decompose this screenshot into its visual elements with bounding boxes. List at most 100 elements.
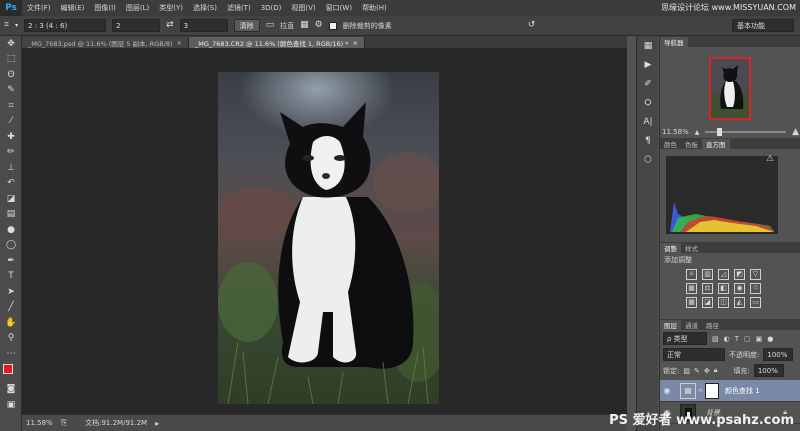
layer-name[interactable]: 颜色查找 1 <box>725 386 760 396</box>
quick-mask-icon[interactable]: ◙ <box>0 382 22 398</box>
ratio-select[interactable]: 2 : 3 (4 : 6) <box>24 19 107 32</box>
line-tool-icon[interactable]: ╱ <box>0 300 22 316</box>
lock-paint-icon[interactable]: ✎ <box>694 367 700 375</box>
levels-icon[interactable]: ▥ <box>702 269 713 280</box>
tab-cr2[interactable]: _MG_7683.CR2 @ 11.6% (颜色查找 1, RGB/16) * … <box>189 37 365 48</box>
delete-cropped-checkbox[interactable] <box>328 21 337 30</box>
invert-icon[interactable]: ◪ <box>702 297 713 308</box>
tab-layers[interactable]: 图层 <box>660 320 681 330</box>
navigator-zoom[interactable]: 11.58% <box>662 128 689 136</box>
eyedropper-tool-icon[interactable]: ⁄ <box>0 114 22 130</box>
zoom-in-icon[interactable]: ▲ <box>792 127 799 137</box>
lock-move-icon[interactable]: ✥ <box>704 367 710 375</box>
foreground-color[interactable] <box>3 363 13 374</box>
zoom-tool-icon[interactable]: ⚲ <box>0 331 22 347</box>
swap-icon[interactable]: ⇄ <box>166 21 174 30</box>
opacity-field[interactable]: 100% <box>763 348 794 361</box>
menu-filter[interactable]: 滤镜(T) <box>222 3 256 13</box>
clear-button[interactable]: 清除 <box>233 19 260 32</box>
clone-source-icon[interactable]: ⛭ <box>637 93 659 112</box>
link-icon[interactable]: ∞ <box>698 387 703 394</box>
history-brush-icon[interactable]: ↶ <box>0 176 22 192</box>
brush-panel-icon[interactable]: ✐ <box>637 74 659 93</box>
threshold-icon[interactable]: ◭ <box>734 297 745 308</box>
curves-icon[interactable]: ◿ <box>718 269 729 280</box>
screen-mode-icon[interactable]: ▣ <box>0 397 22 413</box>
eye-icon[interactable]: ◉ <box>660 386 674 395</box>
color-lookup-icon[interactable]: ▦ <box>686 297 697 308</box>
crop-tool-icon[interactable]: ⌗ <box>0 98 22 114</box>
tab-navigator[interactable]: 导航器 <box>660 37 688 47</box>
tab-paths[interactable]: 路径 <box>702 320 723 330</box>
photo-filter-icon[interactable]: ◉ <box>734 283 745 294</box>
menu-select[interactable]: 选择(S) <box>188 3 222 13</box>
chevron-down-icon[interactable]: ▾ <box>15 22 18 29</box>
menu-type[interactable]: 类型(Y) <box>154 3 188 13</box>
tab-styles[interactable]: 样式 <box>681 243 702 253</box>
width-field[interactable]: 2 <box>112 19 161 32</box>
lock-pixels-icon[interactable]: ▨ <box>683 367 690 375</box>
menu-help[interactable]: 帮助(H) <box>357 3 392 13</box>
history-icon[interactable]: ▦ <box>637 36 659 55</box>
menu-window[interactable]: 窗口(W) <box>321 3 357 13</box>
workspace-select[interactable]: 基本功能 <box>732 19 794 32</box>
filter-adjust-icon[interactable]: ◐ <box>724 335 730 343</box>
color-balance-icon[interactable]: ⚖ <box>702 283 713 294</box>
healing-tool-icon[interactable]: ✚ <box>0 129 22 145</box>
menu-file[interactable]: 文件(F) <box>22 3 56 13</box>
straighten-icon[interactable]: ▭ <box>266 21 275 30</box>
menu-3d[interactable]: 3D(D) <box>256 4 287 12</box>
close-icon[interactable]: × <box>177 39 182 47</box>
blur-tool-icon[interactable]: ● <box>0 222 22 238</box>
zoom-slider[interactable] <box>705 128 787 136</box>
path-select-icon[interactable]: ➤ <box>0 284 22 300</box>
blend-mode-select[interactable]: 正常 <box>663 348 725 361</box>
type-tool-icon[interactable]: T <box>0 269 22 285</box>
hand-tool-icon[interactable]: ✋ <box>0 315 22 331</box>
filter-smart-icon[interactable]: ▣ <box>756 335 763 343</box>
filter-shape-icon[interactable]: ▢ <box>744 335 751 343</box>
paragraph-icon[interactable]: ¶ <box>637 131 659 150</box>
more-tools-icon[interactable]: ⋯ <box>0 346 22 362</box>
dodge-tool-icon[interactable]: ◯ <box>0 238 22 254</box>
exposure-icon[interactable]: ◩ <box>734 269 745 280</box>
character-icon[interactable]: A| <box>637 112 659 131</box>
filter-pixel-icon[interactable]: ▨ <box>712 335 719 343</box>
warning-icon[interactable]: ⚠ <box>766 154 774 164</box>
pen-tool-icon[interactable]: ✒ <box>0 253 22 269</box>
overlay-grid-icon[interactable]: ▦ <box>300 21 309 30</box>
cat-photo[interactable] <box>218 72 439 404</box>
tab-histogram[interactable]: 直方图 <box>702 139 730 149</box>
tab-adjustments[interactable]: 调整 <box>660 243 681 253</box>
chevron-right-icon[interactable]: ▸ <box>155 419 159 428</box>
3d-icon[interactable]: ⬡ <box>637 150 659 169</box>
menu-view[interactable]: 视图(V) <box>286 3 320 13</box>
layer-filter-select[interactable]: ρ 类型 <box>663 332 707 345</box>
close-icon[interactable]: × <box>353 39 358 47</box>
height-field[interactable]: 3 <box>179 19 228 32</box>
stamp-tool-icon[interactable]: ⊥ <box>0 160 22 176</box>
fill-field[interactable]: 100% <box>753 364 784 377</box>
black-white-icon[interactable]: ◧ <box>718 283 729 294</box>
marquee-tool-icon[interactable]: ⬚ <box>0 52 22 68</box>
play-icon[interactable]: ▶ <box>637 55 659 74</box>
filter-type-icon[interactable]: T <box>735 335 739 343</box>
brightness-icon[interactable]: ☼ <box>686 269 697 280</box>
brush-tool-icon[interactable]: ✏ <box>0 145 22 161</box>
posterize-icon[interactable]: ◫ <box>718 297 729 308</box>
menu-image[interactable]: 图像(I) <box>89 3 121 13</box>
menu-edit[interactable]: 编辑(E) <box>56 3 90 13</box>
eraser-tool-icon[interactable]: ◪ <box>0 191 22 207</box>
move-tool-icon[interactable]: ✥ <box>0 36 22 52</box>
filter-toggle-icon[interactable]: ● <box>767 335 773 343</box>
quick-select-tool-icon[interactable]: ✎ <box>0 83 22 99</box>
gradient-tool-icon[interactable]: ▤ <box>0 207 22 223</box>
layer-mask-thumb[interactable] <box>705 382 719 399</box>
gradient-map-icon[interactable]: ▭ <box>750 297 761 308</box>
vibrance-icon[interactable]: ▽ <box>750 269 761 280</box>
crop-tool-icon[interactable]: ⌗ <box>4 21 9 30</box>
zoom-slider-thumb[interactable] <box>716 128 722 136</box>
straighten-label[interactable]: 拉直 <box>280 21 294 31</box>
tab-color[interactable]: 颜色 <box>660 139 681 149</box>
color-swatches[interactable] <box>0 362 22 382</box>
